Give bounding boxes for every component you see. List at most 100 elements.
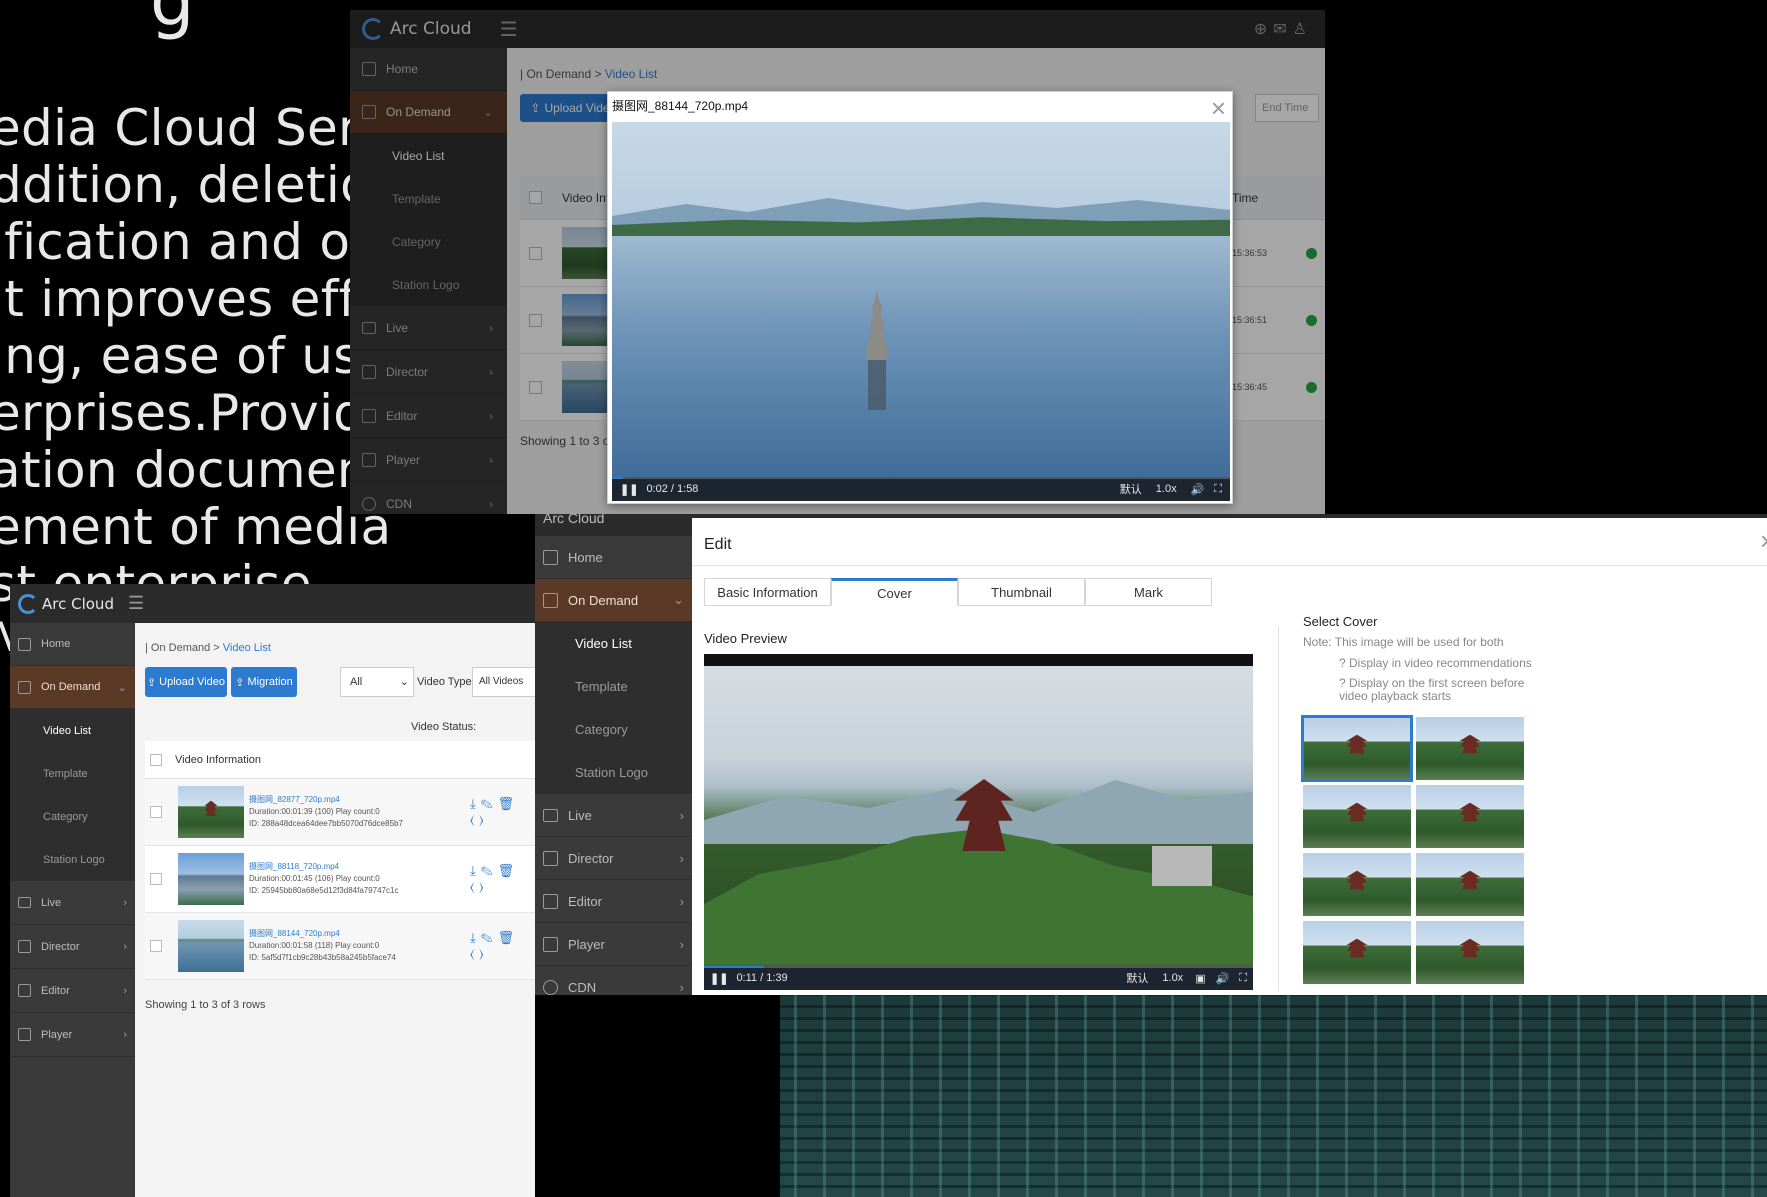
sidebar-item-cdn[interactable]: CDN › — [535, 966, 692, 995]
sidebar-item-label: Player — [568, 936, 605, 952]
table-row[interactable]: 摄图网_88118_720p.mp4 Duration:00:01:45 (106… — [145, 846, 535, 913]
sidebar-item-editor[interactable]: Editor › — [10, 969, 135, 1013]
video-type-label: Video Type: — [417, 676, 475, 688]
sidebar-item-live[interactable]: Live › — [10, 881, 135, 925]
sidebar-item-video-list[interactable]: Video List — [10, 709, 135, 752]
sidebar-item-editor[interactable]: Editor › — [535, 880, 692, 923]
main-content: | On Demand > Video List ⇪ Upload Video ⇪… — [135, 623, 535, 1197]
video-frame[interactable]: ❚❚ 0:02 / 1:58 默认 1.0x 🔊 ⛶ — [612, 122, 1230, 501]
video-preview-player[interactable]: ❚❚ 0:11 / 1:39 默认 1.0x ▣ 🔊 ⛶ — [704, 654, 1253, 990]
row-checkbox[interactable] — [150, 940, 162, 952]
embed-code-icon[interactable]: ⟨⟩ — [470, 946, 489, 961]
delete-icon[interactable]: 🗑 — [498, 930, 520, 945]
video-id: ID: 5af5d7f1cb9c28b43b58a245b5face74 — [249, 953, 396, 962]
quality-selector[interactable]: 默认 — [1120, 481, 1142, 497]
sidebar-item-category[interactable]: Category — [10, 795, 135, 838]
volume-icon[interactable]: 🔊 — [1216, 972, 1230, 985]
pause-icon[interactable]: ❚❚ — [710, 972, 728, 985]
sidebar-item-home[interactable]: Home — [10, 623, 135, 666]
sidebar-item-label: Player — [41, 1028, 73, 1041]
video-name-link[interactable]: 摄图网_88144_720p.mp4 — [249, 928, 396, 940]
close-icon[interactable]: × — [1760, 528, 1767, 554]
sidebar-item-video-list[interactable]: Video List — [535, 622, 692, 665]
sidebar-item-on-demand[interactable]: On Demand ⌄ — [10, 666, 135, 709]
on-demand-icon — [18, 680, 31, 694]
video-control-bar: ❚❚ 0:11 / 1:39 默认 1.0x ▣ 🔊 ⛶ — [704, 966, 1253, 990]
sidebar-item-category[interactable]: Category — [535, 708, 692, 751]
fullscreen-icon[interactable]: ⛶ — [1239, 972, 1247, 985]
tab-mark[interactable]: Mark — [1085, 578, 1212, 606]
sidebar-item-label: Director — [41, 940, 80, 953]
video-thumbnail[interactable] — [178, 786, 244, 838]
sidebar-item-player[interactable]: Player › — [10, 1013, 135, 1057]
sidebar-item-on-demand[interactable]: On Demand ⌄ — [535, 579, 692, 622]
sidebar-item-label: Video List — [575, 636, 632, 651]
progress-track[interactable] — [704, 966, 1253, 968]
edit-icon[interactable]: ✎ — [481, 930, 498, 945]
delete-icon[interactable]: 🗑 — [498, 863, 520, 878]
cover-option[interactable] — [1416, 785, 1524, 848]
tab-cover[interactable]: Cover — [831, 578, 958, 606]
sidebar-item-live[interactable]: Live › — [535, 794, 692, 837]
upload-video-button[interactable]: ⇪ Upload Video — [145, 667, 227, 697]
pagoda-reflection — [868, 360, 886, 410]
fullscreen-icon[interactable]: ⛶ — [1214, 483, 1222, 496]
video-thumbnail[interactable] — [178, 853, 244, 905]
video-duration: Duration:00:01:39 (100) Play count:0 — [249, 807, 380, 816]
sidebar-item-template[interactable]: Template — [535, 665, 692, 708]
cover-option[interactable] — [1303, 921, 1411, 984]
tab-thumbnail[interactable]: Thumbnail — [958, 578, 1085, 606]
breadcrumb-parent: | On Demand > — [145, 642, 220, 654]
cover-option[interactable] — [1301, 715, 1413, 782]
pause-icon[interactable]: ❚❚ — [620, 483, 638, 496]
row-checkbox[interactable] — [150, 806, 162, 818]
sidebar-item-label: Template — [575, 679, 628, 694]
tab-basic-information[interactable]: Basic Information — [704, 578, 831, 606]
modal-title: 摄图网_88144_720p.mp4 — [612, 99, 749, 113]
cover-option[interactable] — [1303, 785, 1411, 848]
migration-button[interactable]: ⇪ Migration — [231, 667, 297, 697]
volume-icon[interactable]: 🔊 — [1191, 483, 1205, 496]
edit-icon[interactable]: ✎ — [481, 863, 498, 878]
progress-track[interactable] — [612, 477, 1230, 479]
row-checkbox[interactable] — [150, 873, 162, 885]
director-icon — [543, 850, 558, 866]
close-icon[interactable]: × — [1211, 95, 1226, 121]
cover-option[interactable] — [1416, 717, 1524, 780]
table-row[interactable]: 摄图网_88144_720p.mp4 Duration:00:01:58 (118… — [145, 913, 535, 980]
sidebar-item-home[interactable]: Home — [535, 536, 692, 579]
speed-selector[interactable]: 1.0x — [1162, 972, 1183, 984]
speed-selector[interactable]: 1.0x — [1156, 483, 1177, 495]
sidebar-item-director[interactable]: Director › — [10, 925, 135, 969]
table-row[interactable]: 摄图网_82877_720p.mp4 Duration:00:01:39 (100… — [145, 779, 535, 846]
embed-code-icon[interactable]: ⟨⟩ — [470, 879, 489, 894]
sidebar-item-label: Category — [43, 810, 88, 823]
status-filter-select[interactable]: All ⌄ — [340, 667, 414, 697]
download-icon[interactable]: ⤓ — [470, 863, 481, 878]
edit-icon[interactable]: ✎ — [481, 796, 498, 811]
video-duration: Duration:00:01:58 (118) Play count:0 — [249, 941, 380, 950]
hamburger-menu-icon[interactable]: ☰ — [128, 593, 144, 614]
select-all-checkbox[interactable] — [150, 753, 162, 766]
video-name-link[interactable]: 摄图网_82877_720p.mp4 — [249, 794, 403, 806]
video-id: ID: 288a48dcea64dee7bb5070d76dce85b7 — [249, 819, 403, 828]
video-thumbnail[interactable] — [178, 920, 244, 972]
video-name-link[interactable]: 摄图网_88118_720p.mp4 — [249, 861, 398, 873]
cover-option[interactable] — [1303, 853, 1411, 916]
video-type-select[interactable]: All Videos — [472, 667, 535, 697]
screenshot-icon[interactable]: ▣ — [1195, 972, 1205, 985]
quality-selector[interactable]: 默认 — [1126, 970, 1148, 986]
sidebar-item-label: Category — [575, 722, 628, 737]
sidebar-item-station-logo[interactable]: Station Logo — [535, 751, 692, 794]
delete-icon[interactable]: 🗑 — [498, 796, 520, 811]
download-icon[interactable]: ⤓ — [470, 796, 481, 811]
sidebar-item-label: Editor — [568, 893, 602, 909]
sidebar-item-template[interactable]: Template — [10, 752, 135, 795]
sidebar-item-station-logo[interactable]: Station Logo — [10, 838, 135, 881]
cover-option[interactable] — [1416, 921, 1524, 984]
download-icon[interactable]: ⤓ — [470, 930, 481, 945]
embed-code-icon[interactable]: ⟨⟩ — [470, 812, 489, 827]
cover-option[interactable] — [1416, 853, 1524, 916]
sidebar-item-director[interactable]: Director › — [535, 837, 692, 880]
sidebar-item-player[interactable]: Player › — [535, 923, 692, 966]
